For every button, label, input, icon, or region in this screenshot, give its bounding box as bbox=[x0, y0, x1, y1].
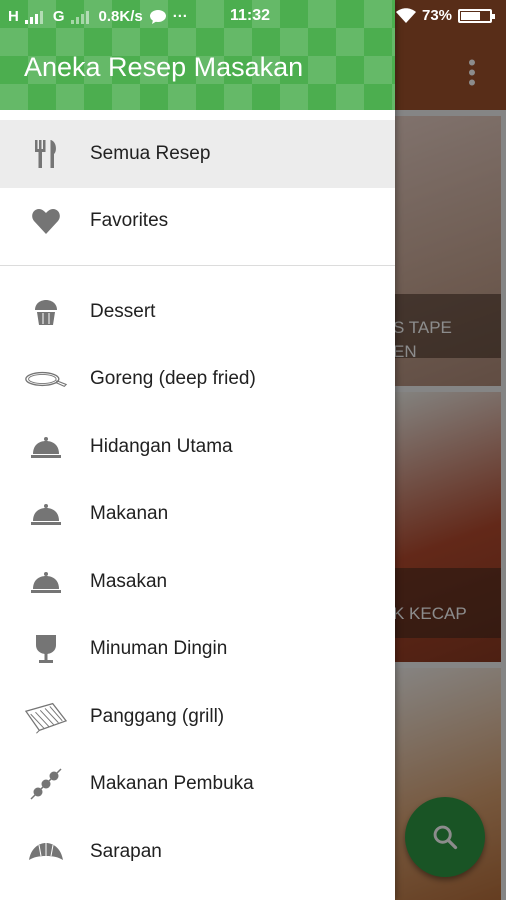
heart-icon bbox=[24, 203, 68, 239]
cloche-icon bbox=[24, 496, 68, 532]
menu-item-makanan-pembuka[interactable]: Makanan Pembuka bbox=[0, 751, 395, 819]
navigation-drawer: Aneka Resep Masakan Semua Resep Favorite… bbox=[0, 0, 395, 900]
signal-icon bbox=[24, 10, 43, 24]
frying-pan-icon bbox=[24, 361, 68, 397]
network-type-label: H bbox=[8, 8, 19, 25]
menu-item-label: Panggang (grill) bbox=[90, 705, 225, 727]
menu-item-favorites[interactable]: Favorites bbox=[0, 188, 395, 256]
menu-item-label: Semua Resep bbox=[90, 142, 211, 164]
drawer-scrim[interactable] bbox=[395, 0, 506, 900]
menu-item-minuman-dingin[interactable]: Minuman Dingin bbox=[0, 616, 395, 684]
menu-item-label: Dessert bbox=[90, 300, 156, 322]
glass-icon bbox=[24, 631, 68, 667]
status-bar: H G 0.8K/s ··· 11:32 73% bbox=[0, 0, 506, 34]
skewer-icon bbox=[24, 766, 68, 802]
signal-icon-2 bbox=[70, 10, 89, 24]
menu-item-goreng[interactable]: Goreng (deep fried) bbox=[0, 346, 395, 414]
status-left: H G 0.8K/s ··· bbox=[8, 8, 188, 25]
menu-item-label: Masakan bbox=[90, 570, 168, 592]
menu-item-label: Goreng (deep fried) bbox=[90, 368, 256, 390]
menu-item-dessert[interactable]: Dessert bbox=[0, 278, 395, 346]
battery-percentage: 73% bbox=[422, 7, 453, 24]
chat-bubble-icon bbox=[149, 9, 166, 24]
menu-item-makanan[interactable]: Makanan bbox=[0, 481, 395, 549]
wifi-icon bbox=[396, 7, 416, 23]
cloche-icon bbox=[24, 564, 68, 600]
cupcake-icon bbox=[24, 294, 68, 330]
network-speed: 0.8K/s bbox=[98, 8, 143, 25]
status-right: 73% bbox=[396, 7, 496, 24]
network-type-label-2: G bbox=[52, 8, 65, 25]
croissant-icon bbox=[24, 834, 68, 870]
menu-divider bbox=[0, 265, 395, 266]
menu-item-masakan[interactable]: Masakan bbox=[0, 548, 395, 616]
grill-icon bbox=[24, 699, 68, 735]
app-title: Aneka Resep Masakan bbox=[24, 52, 304, 82]
menu-item-sarapan[interactable]: Sarapan bbox=[0, 818, 395, 886]
menu-item-label: Makanan bbox=[90, 503, 169, 525]
menu-item-label: Makanan Pembuka bbox=[90, 773, 254, 795]
status-time: 11:32 bbox=[230, 7, 271, 24]
cloche-icon bbox=[24, 429, 68, 465]
menu-item-hidangan-utama[interactable]: Hidangan Utama bbox=[0, 413, 395, 481]
menu-item-panggang[interactable]: Panggang (grill) bbox=[0, 683, 395, 751]
menu-item-label: Sarapan bbox=[90, 840, 162, 862]
cutlery-icon bbox=[24, 136, 68, 172]
battery-icon bbox=[458, 8, 496, 23]
menu-item-label: Minuman Dingin bbox=[90, 638, 228, 660]
menu-item-label: Hidangan Utama bbox=[90, 435, 233, 457]
menu-item-semua-resep[interactable]: Semua Resep bbox=[0, 120, 395, 188]
more-notifications: ··· bbox=[172, 8, 188, 25]
menu-item-label: Favorites bbox=[90, 210, 169, 232]
